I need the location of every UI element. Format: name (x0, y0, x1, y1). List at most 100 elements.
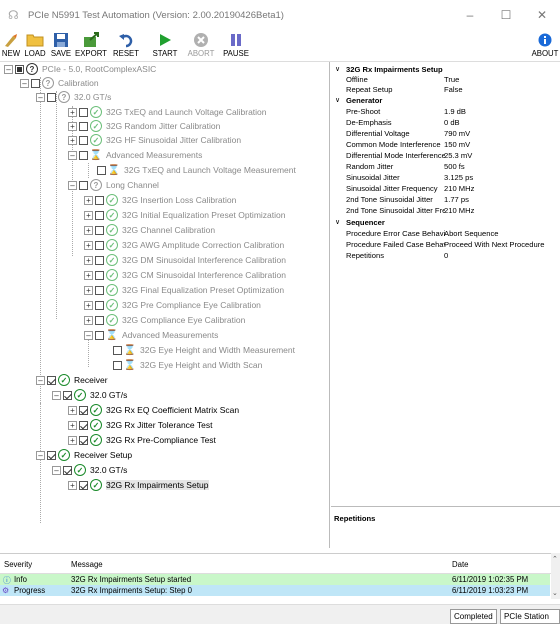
chevron-down-icon[interactable]: ∨ (335, 218, 340, 226)
load-button[interactable]: LOAD (22, 30, 48, 62)
prop-row[interactable]: De-Emphasis 0 dB (331, 117, 560, 127)
prop-value[interactable]: 3.125 ps (444, 173, 473, 182)
prop-value[interactable]: 25.3 mV (444, 151, 472, 160)
prop-row[interactable]: Procedure Failed Case Behavior Proceed Wi… (331, 239, 560, 249)
expand-icon[interactable]: + (84, 195, 93, 205)
tree-node-txeq-meas[interactable]: ⌛ 32G TxEQ and Launch Voltage Measuremen… (97, 163, 296, 177)
prop-value[interactable]: 210 MHz (444, 184, 474, 193)
chevron-down-icon[interactable]: ∨ (335, 65, 340, 73)
prop-row[interactable]: Common Mode Interference 150 mV (331, 139, 560, 149)
collapse-icon[interactable]: – (36, 375, 45, 385)
prop-value[interactable]: 1.9 dB (444, 107, 466, 116)
collapse-icon[interactable]: – (84, 330, 93, 340)
prop-row[interactable]: Differential Voltage 790 mV (331, 128, 560, 138)
expand-icon[interactable]: + (84, 315, 93, 325)
tree-node-rx-jt[interactable]: + ✓ 32G Rx Jitter Tolerance Test (68, 418, 212, 432)
tree-checkbox[interactable] (95, 225, 104, 235)
expand-icon[interactable]: + (68, 480, 77, 490)
tree-checkbox[interactable] (79, 150, 88, 160)
prop-row[interactable]: Differential Mode Interference 25.3 mV (331, 150, 560, 160)
tree-node-il[interactable]: + ✓ 32G Insertion Loss Calibration (84, 193, 236, 207)
tree-node-rate[interactable]: – ? 32.0 GT/s (36, 90, 111, 104)
tree-node-rx-eq[interactable]: + ✓ 32G Rx EQ Coefficient Matrix Scan (68, 403, 239, 417)
tree-node-comp-eye[interactable]: + ✓ 32G Compliance Eye Calibration (84, 313, 245, 327)
tree-checkbox[interactable] (47, 450, 56, 460)
prop-row[interactable]: Repetitions 0 (331, 250, 560, 260)
tree-checkbox[interactable] (79, 405, 88, 415)
prop-row[interactable]: Pre-Shoot 1.9 dB (331, 106, 560, 116)
about-button[interactable]: ABOUT (530, 30, 560, 62)
col-severity[interactable]: Severity (4, 560, 32, 569)
tree-checkbox[interactable] (113, 360, 122, 370)
collapse-icon[interactable]: – (4, 64, 13, 74)
col-message[interactable]: Message (71, 560, 103, 569)
tree-checkbox[interactable] (95, 255, 104, 265)
tree-node-root[interactable]: – ? PCIe - 5.0, RootComplexASIC (4, 62, 156, 76)
tree-node-final-eq[interactable]: + ✓ 32G Final Equalization Preset Optimi… (84, 283, 284, 297)
prop-value[interactable]: 500 fs (444, 162, 465, 171)
tree-node-rj[interactable]: + ✓ 32G Random Jitter Calibration (68, 119, 220, 133)
expand-icon[interactable]: + (68, 405, 77, 415)
chevron-down-icon[interactable]: ∨ (335, 96, 340, 104)
tree-checkbox[interactable] (79, 107, 88, 117)
prop-row[interactable]: Random Jitter 500 fs (331, 161, 560, 171)
col-date[interactable]: Date (452, 560, 468, 569)
collapse-icon[interactable]: – (36, 92, 45, 102)
tree-checkbox[interactable] (79, 121, 88, 131)
tree-checkbox[interactable] (63, 465, 72, 475)
prop-row[interactable]: Offline True (331, 74, 560, 84)
tree-node-long-channel[interactable]: – ? Long Channel (68, 178, 159, 192)
tree-checkbox[interactable] (63, 390, 72, 400)
tree-checkbox[interactable] (79, 135, 88, 145)
scroll-down-icon[interactable]: ⌄ (552, 589, 558, 597)
prop-category[interactable]: ∨ 32G Rx Impairments Setup (331, 64, 560, 74)
export-button[interactable]: EXPORT (74, 30, 108, 62)
log-row[interactable]: ⓘ Info 32G Rx Impairments Setup started … (0, 574, 550, 585)
prop-category[interactable]: ∨ Generator (331, 95, 560, 105)
tree-node-chan[interactable]: + ✓ 32G Channel Calibration (84, 223, 215, 237)
tree-node-cmsi[interactable]: + ✓ 32G CM Sinusoidal Interference Calib… (84, 268, 286, 282)
log-row[interactable]: ⚙ Progress 32G Rx Impairments Setup: Ste… (0, 585, 550, 596)
tree-checkbox[interactable] (15, 64, 24, 74)
minimize-icon[interactable]: – (452, 0, 488, 30)
tree-checkbox[interactable] (95, 240, 104, 250)
prop-value[interactable]: Abort Sequence (444, 229, 498, 238)
message-log[interactable]: Severity Message Date ⓘ Info 32G Rx Impa… (0, 553, 560, 599)
prop-row[interactable]: Sinusoidal Jitter Frequency 210 MHz (331, 183, 560, 193)
expand-icon[interactable]: + (68, 435, 77, 445)
tree-checkbox[interactable] (95, 300, 104, 310)
collapse-icon[interactable]: – (20, 78, 29, 88)
expand-icon[interactable]: + (84, 270, 93, 280)
tree-node-adv2[interactable]: – ⌛ Advanced Measurements (84, 328, 218, 342)
tree-checkbox[interactable] (95, 210, 104, 220)
tree-node-hfsj[interactable]: + ✓ 32G HF Sinusoidal Jitter Calibration (68, 133, 241, 147)
prop-category[interactable]: ∨ Sequencer (331, 217, 560, 227)
tree-node-receiver-setup[interactable]: – ✓ Receiver Setup (36, 448, 132, 462)
tree-node-setup-rate[interactable]: – ✓ 32.0 GT/s (52, 463, 127, 477)
expand-icon[interactable]: + (84, 300, 93, 310)
tree-node-dmsi[interactable]: + ✓ 32G DM Sinusoidal Interference Calib… (84, 253, 286, 267)
expand-icon[interactable]: + (84, 240, 93, 250)
prop-value[interactable]: 210 MHz (444, 206, 474, 215)
tree-checkbox[interactable] (95, 315, 104, 325)
scroll-up-icon[interactable]: ⌃ (552, 555, 558, 563)
tree-checkbox[interactable] (47, 375, 56, 385)
expand-icon[interactable]: + (68, 107, 77, 117)
tree-node-rx-rate[interactable]: – ✓ 32.0 GT/s (52, 388, 127, 402)
collapse-icon[interactable]: – (52, 390, 61, 400)
tree-node-txeq[interactable]: + ✓ 32G TxEQ and Launch Voltage Calibrat… (68, 105, 267, 119)
tree-node-receiver[interactable]: – ✓ Receiver (36, 373, 108, 387)
log-scrollbar[interactable]: ⌃ ⌄ (551, 553, 560, 599)
prop-value[interactable]: Proceed With Next Procedure (444, 240, 544, 249)
tree-checkbox[interactable] (47, 92, 56, 102)
prop-row[interactable]: Repeat Setup False (331, 84, 560, 94)
expand-icon[interactable]: + (84, 210, 93, 220)
prop-value[interactable]: 0 dB (444, 118, 460, 127)
expand-icon[interactable]: + (68, 121, 77, 131)
prop-value[interactable]: 1.77 ps (444, 195, 469, 204)
tree-node-adv1[interactable]: – ⌛ Advanced Measurements (68, 148, 202, 162)
tree-node-rx-pc[interactable]: + ✓ 32G Rx Pre-Compliance Test (68, 433, 216, 447)
prop-value[interactable]: False (444, 85, 463, 94)
tree-checkbox[interactable] (95, 330, 104, 340)
tree-node-rx-imp[interactable]: + ✓ 32G Rx Impairments Setup (68, 478, 209, 492)
